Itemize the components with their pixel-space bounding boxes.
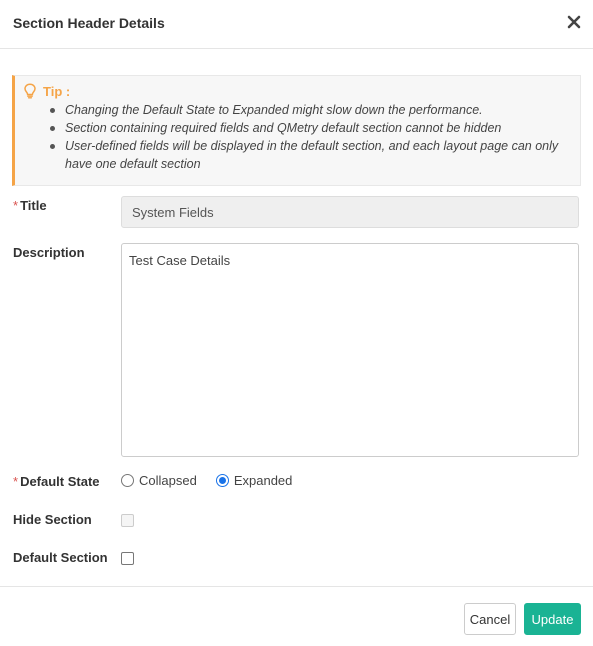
description-label: Description xyxy=(13,245,85,260)
tip-item: Changing the Default State to Expanded m… xyxy=(46,101,576,119)
close-icon[interactable] xyxy=(567,15,581,29)
lightbulb-icon xyxy=(24,83,36,99)
radio-collapsed-circle[interactable] xyxy=(121,474,134,487)
default-state-radio-group: Collapsed Expanded xyxy=(121,473,311,488)
tip-item: Section containing required fields and Q… xyxy=(46,119,576,137)
title-input[interactable] xyxy=(121,196,579,228)
default-state-label: * Default State xyxy=(13,474,100,489)
radio-expanded[interactable]: Expanded xyxy=(215,473,293,488)
title-label: * Title xyxy=(13,198,47,213)
default-section-label: Default Section xyxy=(13,550,108,565)
radio-expanded-label: Expanded xyxy=(233,473,293,488)
hide-section-label: Hide Section xyxy=(13,512,92,527)
cancel-button[interactable]: Cancel xyxy=(464,603,516,635)
dialog-title: Section Header Details xyxy=(13,15,165,31)
hide-section-checkbox[interactable] xyxy=(121,514,134,527)
dialog-header: Section Header Details xyxy=(0,0,593,49)
description-textarea[interactable]: Test Case Details xyxy=(121,243,579,457)
tip-item: User-defined fields will be displayed in… xyxy=(46,137,576,173)
radio-expanded-circle[interactable] xyxy=(215,474,229,487)
tip-header: Tip : xyxy=(23,83,70,99)
section-header-dialog: Section Header Details Tip : Changing th… xyxy=(0,0,593,646)
tip-label: Tip : xyxy=(43,83,71,99)
update-button[interactable]: Update xyxy=(524,603,581,635)
tip-list: Changing the Default State to Expanded m… xyxy=(46,101,576,173)
dialog-footer: Cancel Update xyxy=(0,586,593,646)
tip-box: Tip : Changing the Default State to Expa… xyxy=(12,75,581,186)
radio-collapsed[interactable]: Collapsed xyxy=(121,473,197,488)
radio-collapsed-label: Collapsed xyxy=(139,473,197,488)
required-marker: * xyxy=(13,474,19,489)
default-section-checkbox[interactable] xyxy=(121,552,134,565)
required-marker: * xyxy=(13,198,19,213)
